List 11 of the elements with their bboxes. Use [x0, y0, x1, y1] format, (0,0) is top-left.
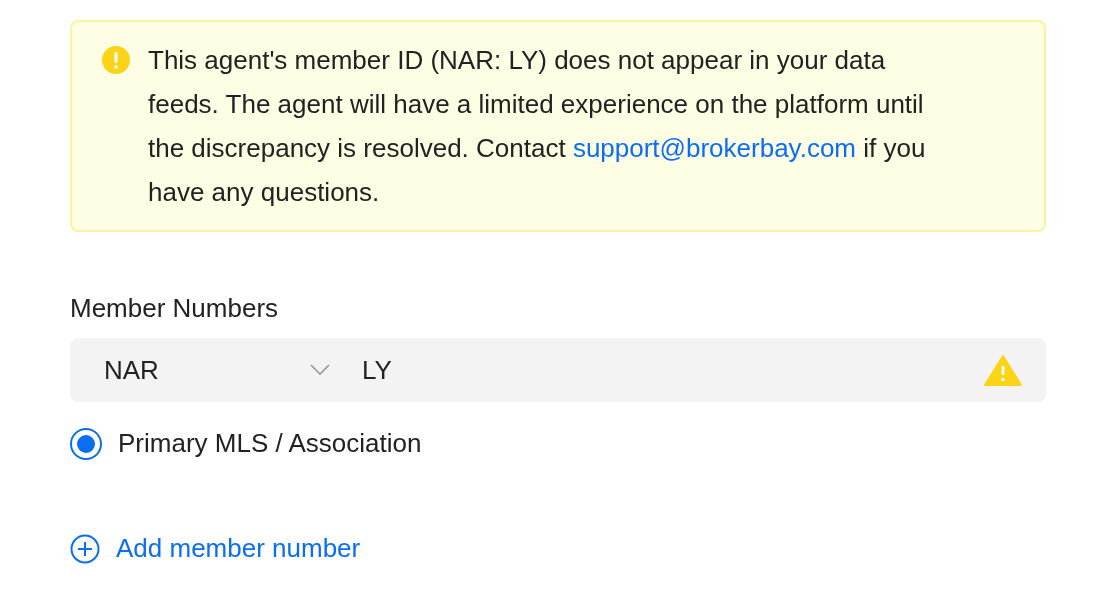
plus-circle-icon — [70, 533, 100, 564]
radio-label: Primary MLS / Association — [118, 427, 422, 460]
association-dropdown[interactable]: NAR — [104, 350, 338, 390]
warning-icon — [102, 46, 130, 74]
member-number-field[interactable]: NAR LY — [70, 338, 1046, 402]
field-label: Member Numbers — [70, 292, 280, 325]
alert-message: This agent's member ID (NAR: LY) does not appear in your data feeds. The agent will have a limited experience on the platform until the discrepancy is resolved. Contact support@brokerbay.com if you have any questions. — [148, 44, 927, 209]
add-member-number-button[interactable]: Add member number — [70, 529, 361, 568]
chevron-down-icon — [310, 364, 330, 376]
support-email-link[interactable]: support@brokerbay.com — [572, 133, 857, 163]
primary-radio[interactable] — [70, 427, 102, 460]
